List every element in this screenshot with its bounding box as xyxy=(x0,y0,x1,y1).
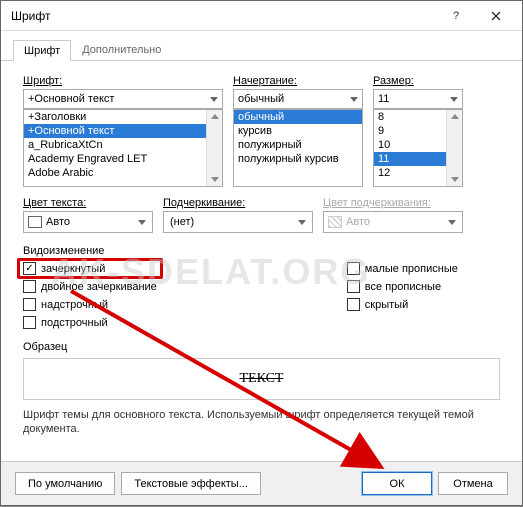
tab-font[interactable]: Шрифт xyxy=(13,40,71,61)
cancel-button[interactable]: Отмена xyxy=(438,472,508,495)
checkbox-icon xyxy=(347,298,360,311)
help-button[interactable]: ? xyxy=(436,2,476,30)
checkbox-icon xyxy=(23,298,36,311)
check-superscript[interactable]: надстрочный xyxy=(23,298,157,311)
check-dstrike[interactable]: двойное зачеркивание xyxy=(23,280,157,293)
tab-advanced[interactable]: Дополнительно xyxy=(71,39,172,60)
font-label: Шрифт: xyxy=(23,75,223,87)
window-title: Шрифт xyxy=(11,9,436,23)
check-subscript[interactable]: подстрочный xyxy=(23,316,157,329)
style-combo[interactable]: обычный xyxy=(233,89,363,109)
default-button[interactable]: По умолчанию xyxy=(15,472,115,495)
effects-label: Видоизменение xyxy=(23,245,500,257)
underline-label: Подчеркивание: xyxy=(163,197,313,209)
close-icon xyxy=(491,11,501,21)
style-label: Начертание: xyxy=(233,75,363,87)
titlebar: Шрифт ? xyxy=(1,1,522,31)
sample-label: Образец xyxy=(23,341,500,353)
list-item[interactable]: Adobe Arabic xyxy=(24,166,222,180)
list-item[interactable]: курсив xyxy=(234,124,362,138)
font-listbox[interactable]: +Заголовки +Основной текст a_RubricaXtCn… xyxy=(23,109,223,187)
checkbox-icon: ✓ xyxy=(23,262,36,275)
font-combo[interactable]: +Основной текст xyxy=(23,89,223,109)
preview-text: ТЕКСТ xyxy=(240,371,284,387)
size-listbox[interactable]: 8 9 10 11 12 xyxy=(373,109,463,187)
style-listbox[interactable]: обычный курсив полужирный полужирный кур… xyxy=(233,109,363,187)
color-swatch-icon xyxy=(28,216,42,228)
footer: По умолчанию Текстовые эффекты... ОК Отм… xyxy=(1,461,522,505)
color-dropdown[interactable]: Авто xyxy=(23,211,153,233)
checkbox-icon xyxy=(23,316,36,329)
color-swatch-icon xyxy=(328,216,342,228)
list-item[interactable]: +Заголовки xyxy=(24,110,222,124)
check-strike[interactable]: ✓ зачеркнутый xyxy=(23,262,105,275)
list-item[interactable]: Academy Engraved LET xyxy=(24,152,222,166)
ulcolor-dropdown: Авто xyxy=(323,211,463,233)
check-allcaps[interactable]: все прописные xyxy=(347,280,458,293)
check-smallcaps[interactable]: малые прописные xyxy=(347,262,458,275)
scrollbar[interactable] xyxy=(206,110,222,186)
list-item[interactable]: полужирный курсив xyxy=(234,152,362,166)
highlight-annotation: ✓ зачеркнутый xyxy=(17,258,163,279)
list-item[interactable]: обычный xyxy=(234,110,362,124)
scrollbar[interactable] xyxy=(446,110,462,186)
checkbox-icon xyxy=(347,280,360,293)
color-label: Цвет текста: xyxy=(23,197,153,209)
list-item[interactable]: полужирный xyxy=(234,138,362,152)
ulcolor-label: Цвет подчеркивания: xyxy=(323,197,463,209)
list-item[interactable]: +Основной текст xyxy=(24,124,222,138)
preview-box: ТЕКСТ xyxy=(23,358,500,400)
size-combo[interactable]: 11 xyxy=(373,89,463,109)
checkbox-icon xyxy=(347,262,360,275)
underline-dropdown[interactable]: (нет) xyxy=(163,211,313,233)
list-item[interactable]: a_RubricaXtCn xyxy=(24,138,222,152)
tab-strip: Шрифт Дополнительно xyxy=(1,31,522,61)
check-hidden[interactable]: скрытый xyxy=(347,298,458,311)
close-button[interactable] xyxy=(476,2,516,30)
description: Шрифт темы для основного текста. Использ… xyxy=(23,408,500,437)
ok-button[interactable]: ОК xyxy=(362,472,432,495)
checkbox-icon xyxy=(23,280,36,293)
size-label: Размер: xyxy=(373,75,463,87)
text-effects-button[interactable]: Текстовые эффекты... xyxy=(121,472,261,495)
font-dialog: AK-SDELAT.ORG Шрифт ? Шрифт Дополнительн… xyxy=(0,0,523,506)
